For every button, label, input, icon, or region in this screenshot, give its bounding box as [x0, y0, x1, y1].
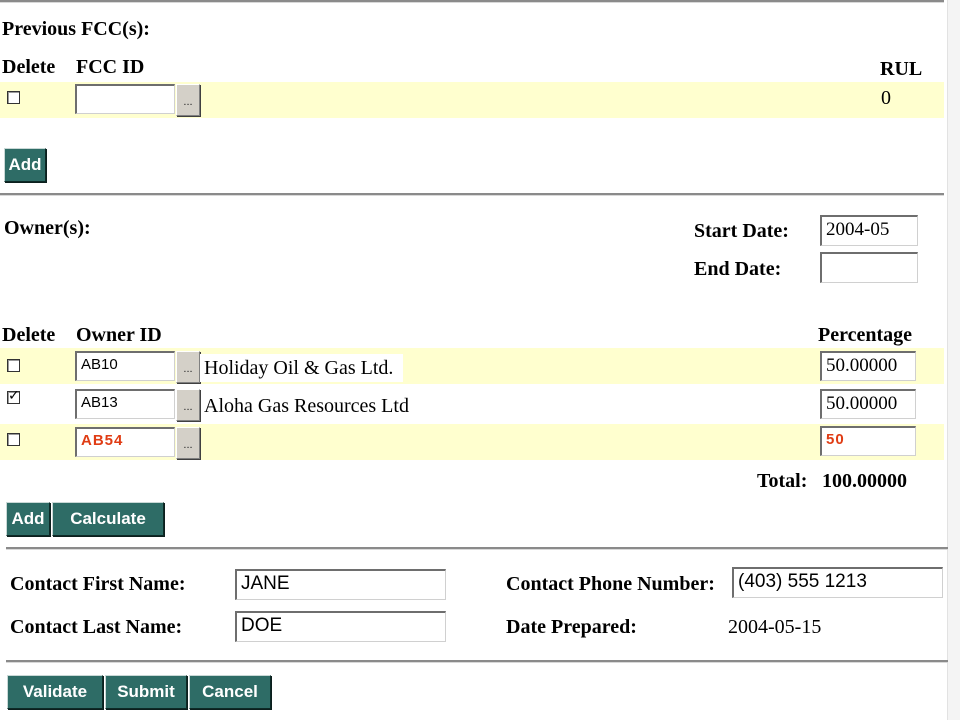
add-owner-button[interactable]: Add [6, 502, 50, 536]
section-divider [6, 660, 948, 663]
percentage-input-1[interactable]: 50.00000 [820, 351, 916, 381]
owner-lookup-button-1[interactable]: ... [176, 351, 200, 383]
contact-last-name-input[interactable]: DOE [235, 611, 446, 642]
total-label: Total: [757, 470, 808, 492]
owner-delete-checkbox-3[interactable] [7, 433, 20, 446]
owner-delete-checkbox-1[interactable] [7, 359, 20, 372]
rul-column-header: RUL [880, 58, 923, 80]
checkmark-icon: ✓ [8, 388, 20, 404]
contact-first-name-input[interactable]: JANE [235, 569, 446, 600]
contact-last-name-label: Contact Last Name: [10, 616, 183, 638]
window-edge [947, 0, 960, 720]
date-prepared-label: Date Prepared: [506, 616, 637, 638]
start-date-input[interactable]: 2004-05 [820, 215, 918, 246]
percentage-input-2[interactable]: 50.00000 [820, 389, 916, 419]
fcc-id-input[interactable] [75, 84, 175, 114]
submit-button[interactable]: Submit [105, 675, 187, 709]
start-date-label: Start Date: [694, 220, 789, 242]
owner-name-1: Holiday Oil & Gas Ltd. [200, 354, 404, 382]
cancel-button[interactable]: Cancel [189, 675, 271, 709]
contact-phone-input[interactable]: (403) 555 1213 [732, 567, 943, 598]
previous-fcc-heading: Previous FCC(s): [2, 18, 150, 40]
validate-button[interactable]: Validate [7, 675, 103, 709]
owner-delete-checkbox-2[interactable]: ✓ [7, 388, 20, 404]
owner-id-input-1[interactable]: AB10 [75, 351, 175, 381]
fcc-delete-column-header: Delete [2, 56, 56, 78]
percentage-column-header: Percentage [818, 324, 913, 346]
end-date-input[interactable] [820, 252, 918, 283]
fcc-rul-value: 0 [881, 87, 891, 109]
contact-phone-label: Contact Phone Number: [506, 573, 715, 595]
calculate-button[interactable]: Calculate [52, 502, 164, 536]
owner-delete-column-header: Delete [2, 324, 56, 346]
add-fcc-button[interactable]: Add [4, 148, 46, 182]
owner-id-column-header: Owner ID [76, 324, 162, 346]
total-value: 100.00000 [822, 470, 907, 492]
owner-id-input-2[interactable]: AB13 [75, 389, 175, 419]
date-prepared-value: 2004-05-15 [728, 616, 822, 638]
owner-lookup-button-3[interactable]: ... [176, 427, 200, 459]
percentage-input-3[interactable]: 50 [820, 426, 916, 456]
section-divider [6, 547, 948, 550]
contact-first-name-label: Contact First Name: [10, 573, 186, 595]
owners-heading: Owner(s): [4, 217, 91, 239]
fcc-delete-checkbox[interactable] [7, 91, 20, 104]
fcc-id-column-header: FCC ID [76, 56, 145, 78]
owner-id-input-3[interactable]: AB54 [75, 427, 175, 457]
fcc-lookup-button[interactable]: ... [176, 84, 200, 116]
end-date-label: End Date: [694, 258, 782, 280]
section-divider [0, 193, 944, 196]
owner-lookup-button-2[interactable]: ... [176, 389, 200, 421]
top-divider [0, 0, 944, 3]
owner-name-2: Aloha Gas Resources Ltd [204, 395, 409, 417]
